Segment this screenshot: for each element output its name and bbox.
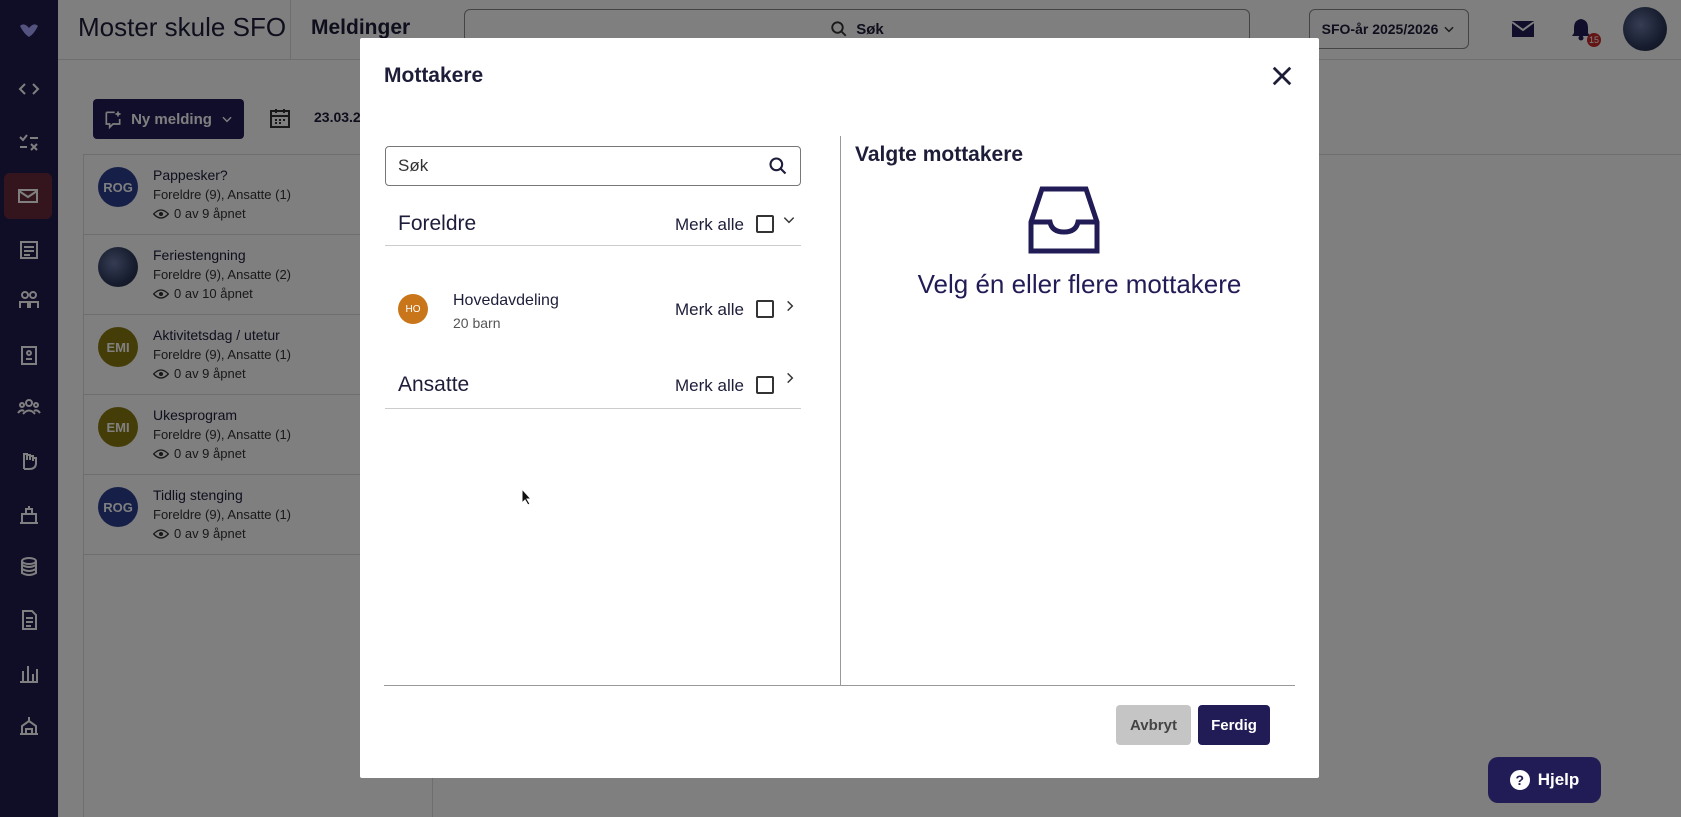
close-icon [1272, 66, 1292, 86]
group-parents: Foreldre Merk alle [385, 200, 801, 246]
department-count: 20 barn [453, 315, 501, 331]
done-button[interactable]: Ferdig [1198, 705, 1270, 745]
select-all-department-checkbox[interactable] [756, 300, 774, 318]
question-icon: ? [1509, 770, 1530, 790]
recipient-search-input[interactable] [386, 147, 746, 185]
department-name: Hovedavdeling [453, 292, 559, 309]
footer-divider [384, 685, 1295, 686]
select-all-parents-checkbox[interactable] [756, 215, 774, 233]
select-all-label: Merk alle [675, 376, 744, 395]
inbox-icon [1028, 186, 1100, 254]
select-all-staff-checkbox[interactable] [756, 376, 774, 394]
recipient-search [385, 146, 801, 186]
cancel-button[interactable]: Avbryt [1116, 705, 1191, 745]
panel-divider [840, 136, 841, 686]
group-title: Ansatte [398, 373, 470, 396]
chevron-right-icon[interactable] [783, 299, 797, 313]
group-title: Foreldre [398, 212, 477, 235]
modal-title: Mottakere [384, 64, 484, 87]
selected-recipients-title: Valgte mottakere [855, 143, 1024, 166]
close-button[interactable] [1268, 62, 1296, 90]
group-staff: Ansatte Merk alle [385, 363, 801, 409]
empty-state-text: Velg én eller flere mottakere [917, 269, 1242, 299]
chevron-down-icon[interactable] [782, 213, 796, 227]
recipients-modal: Mottakere Foreldre Merk alle HO Hovedavd… [360, 38, 1319, 778]
help-button[interactable]: ? Hjelp [1488, 757, 1601, 803]
chevron-right-icon[interactable] [783, 371, 797, 385]
mouse-cursor [521, 488, 533, 506]
select-all-label: Merk alle [675, 215, 744, 234]
department-row[interactable]: HO Hovedavdeling 20 barn Merk alle [385, 273, 801, 343]
department-avatar: HO [398, 294, 428, 324]
search-icon[interactable] [768, 156, 788, 176]
select-all-label: Merk alle [675, 300, 744, 319]
help-label: Hjelp [1537, 770, 1580, 789]
